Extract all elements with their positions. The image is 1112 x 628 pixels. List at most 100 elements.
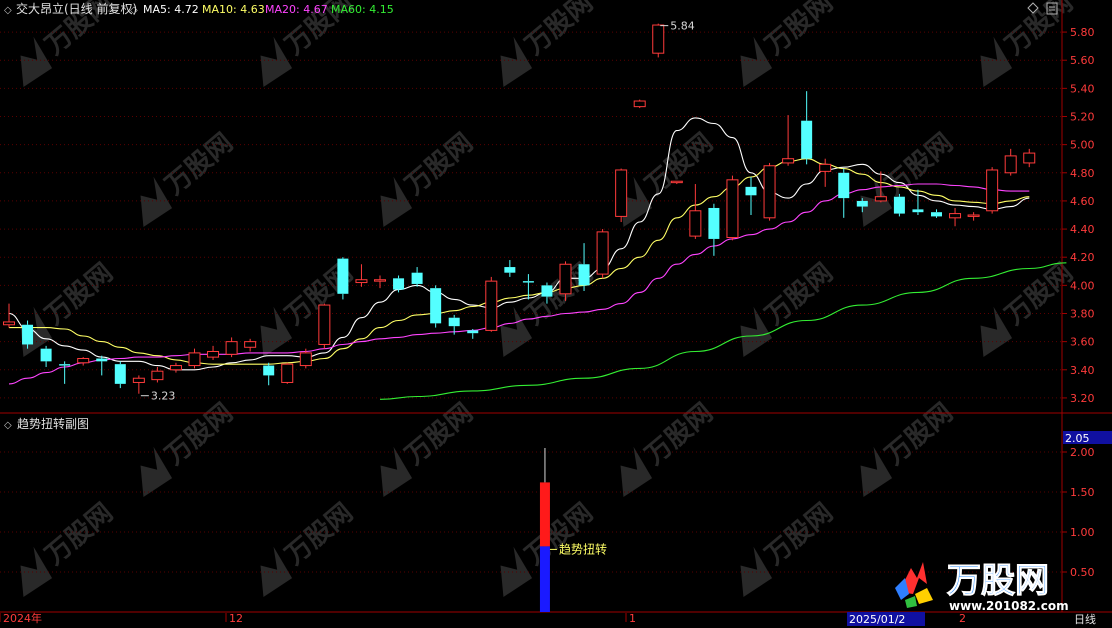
signal-label: 趋势扭转: [559, 541, 607, 556]
candle-body-down: [893, 196, 905, 214]
candle[interactable]: [59, 361, 71, 384]
ma10-label: MA10: 4.63: [202, 3, 265, 16]
chart-dropdown-icon[interactable]: ◇: [4, 5, 12, 16]
x-label-2024: 2024年: [3, 611, 42, 625]
high-annotation: 5.84: [660, 20, 695, 33]
candle[interactable]: [393, 275, 405, 293]
stock-title[interactable]: 交大昂立(日线 前复权): [16, 1, 137, 16]
candle[interactable]: [169, 362, 182, 373]
candle-body-up: [1004, 155, 1017, 174]
candle[interactable]: [615, 168, 628, 223]
candle-body-down: [263, 365, 275, 376]
watermark-text: 万股网: [760, 498, 839, 571]
watermark-text: 万股网: [880, 128, 959, 201]
candle[interactable]: [596, 229, 609, 279]
candle[interactable]: [726, 175, 739, 241]
candle[interactable]: [633, 99, 646, 109]
candle-body-down: [114, 364, 126, 384]
y-tick-label: 1.50: [1070, 486, 1095, 499]
candle[interactable]: [745, 177, 757, 215]
period-label[interactable]: 日线: [1074, 612, 1096, 626]
candle-body-down: [912, 209, 924, 213]
watermark-stamp: 万股网: [740, 498, 839, 597]
sub-dropdown-icon[interactable]: ◇: [4, 420, 12, 431]
candle-body-up: [188, 352, 201, 367]
candle-body-down: [504, 267, 516, 273]
watermark-stamp: 万股网: [620, 398, 719, 497]
candle[interactable]: [244, 338, 257, 352]
candle[interactable]: [207, 345, 220, 360]
trend-reversal-bars: [539, 448, 550, 612]
candle-body-down: [856, 200, 868, 207]
candle[interactable]: [281, 362, 294, 384]
candle-body-up: [281, 363, 294, 383]
candle[interactable]: [931, 209, 942, 218]
stock-chart-svg[interactable]: 万股网 万股网 万股网 万股网 万股网万股网 万股网 万股网 万股网万股网 万股网 万股网 万股网万…: [0, 0, 1112, 628]
candle[interactable]: [40, 345, 52, 367]
candle[interactable]: [819, 158, 832, 187]
candle[interactable]: [467, 328, 479, 339]
candle[interactable]: [763, 162, 776, 221]
candle[interactable]: [225, 337, 238, 358]
candle-body-up: [726, 179, 739, 239]
candle[interactable]: [652, 23, 665, 58]
candle[interactable]: [337, 257, 349, 300]
ma5-label: MA5: 4.72: [143, 3, 199, 16]
candle[interactable]: [689, 184, 702, 239]
signal-bar: [539, 482, 550, 547]
candle-body-up: [670, 180, 683, 184]
candle-body-down: [578, 264, 590, 286]
ma60-label: MA60: 4.15: [331, 3, 394, 16]
candle[interactable]: [430, 285, 442, 328]
candle[interactable]: [318, 303, 331, 349]
candle[interactable]: [355, 264, 368, 287]
candle-body-down: [522, 281, 534, 283]
candle[interactable]: [96, 355, 108, 376]
signal-annotation: 趋势扭转: [549, 541, 607, 556]
current-value-box: 2.05: [1063, 431, 1112, 445]
candle[interactable]: [411, 267, 423, 287]
candle-body-up: [299, 352, 312, 367]
candle[interactable]: [263, 362, 275, 386]
candle[interactable]: [3, 303, 15, 328]
x-label-crosshair-date: 2025/01/2: [849, 613, 905, 626]
candle[interactable]: [504, 260, 516, 277]
y-tick-label: 4.80: [1070, 167, 1095, 180]
candle[interactable]: [949, 207, 962, 227]
candle[interactable]: [188, 348, 201, 369]
candle[interactable]: [578, 243, 590, 291]
watermark-text: 万股网: [280, 498, 359, 571]
candle[interactable]: [151, 366, 164, 383]
candle[interactable]: [801, 91, 813, 165]
candle-body-up: [207, 350, 220, 358]
candle[interactable]: [912, 189, 924, 215]
ma-dropdown-icon[interactable]: ◇: [130, 5, 138, 16]
candle[interactable]: [893, 193, 905, 217]
candle-body-up: [986, 169, 999, 212]
low-price-label: 3.23: [151, 390, 176, 403]
watermark-text: 万股网: [400, 398, 479, 471]
candle[interactable]: [114, 361, 126, 389]
candle[interactable]: [1004, 148, 1017, 176]
watermark-text: 万股网: [400, 128, 479, 201]
candle-body-up: [633, 100, 646, 108]
y-tick-label: 4.00: [1070, 279, 1095, 292]
candle[interactable]: [782, 115, 795, 166]
candle-body-up: [151, 370, 164, 381]
candle[interactable]: [485, 276, 498, 332]
ma20-label: MA20: 4.67: [265, 3, 328, 16]
candle-body-up: [559, 263, 572, 295]
watermark-stamp: 万股网: [500, 0, 599, 87]
watermark-stamp: 万股网: [740, 258, 839, 357]
sub-panel-title[interactable]: 趋势扭转副图: [17, 416, 89, 431]
candle[interactable]: [22, 320, 34, 349]
y-tick-label: 5.20: [1070, 111, 1095, 124]
candle[interactable]: [838, 168, 850, 218]
candle[interactable]: [967, 212, 980, 221]
candle[interactable]: [708, 203, 720, 256]
candle[interactable]: [374, 275, 386, 289]
candle[interactable]: [1023, 148, 1036, 168]
candle[interactable]: [77, 357, 90, 366]
candle[interactable]: [132, 375, 145, 394]
candle[interactable]: [986, 167, 999, 214]
